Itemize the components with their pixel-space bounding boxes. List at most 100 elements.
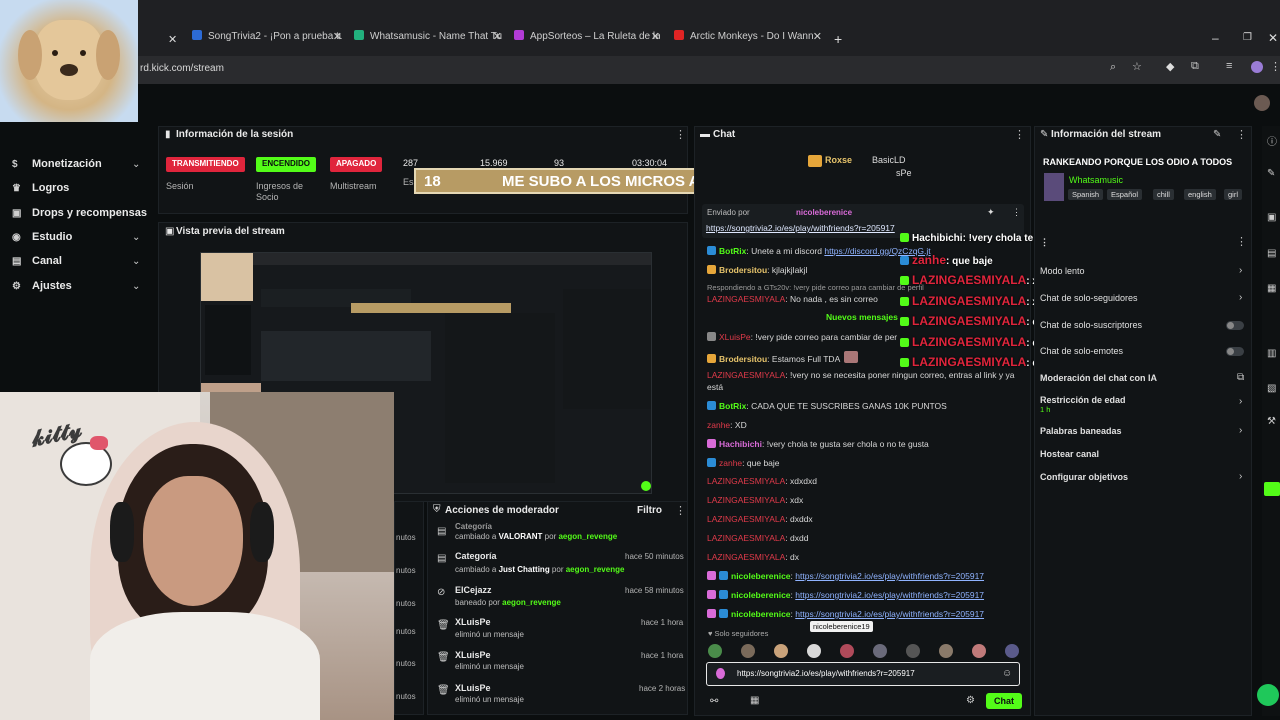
stat-label-partial: Es (403, 177, 414, 187)
url-text[interactable]: rd.kick.com/stream (140, 63, 224, 74)
tool-icon[interactable]: ▣ (1267, 212, 1276, 223)
pinned-link[interactable]: https://songtrivia2.io/es/play/withfrien… (706, 223, 895, 233)
sidebar-item-canal[interactable]: ▤ Canal (12, 255, 62, 267)
viewer-avatar[interactable] (906, 644, 920, 658)
gear-icon[interactable]: ⚙ (966, 695, 975, 706)
chat-send-button[interactable]: Chat (986, 693, 1022, 709)
top-user: sPe (896, 168, 912, 178)
sidebar-item-drops[interactable]: ▣ Drops y recompensas (12, 207, 147, 219)
viewer-avatar[interactable] (840, 644, 854, 658)
sidebar-item-monetizacion[interactable]: $ Monetización (12, 158, 102, 170)
tab-search-icon[interactable]: ≡ (1226, 60, 1232, 72)
viewer-avatar[interactable] (741, 644, 755, 658)
chat-input[interactable]: https://songtrivia2.io/es/play/withfrien… (737, 669, 915, 678)
chevron-right-icon[interactable]: › (1239, 396, 1242, 407)
emotes-only-toggle[interactable] (1226, 347, 1244, 356)
puzzle-icon[interactable]: ⧉ (1191, 60, 1199, 73)
gift-icon[interactable]: ▦ (750, 695, 759, 706)
emote-icon (844, 351, 859, 363)
filter-button[interactable]: Filtro (637, 505, 662, 516)
live-indicator-icon[interactable] (1257, 684, 1279, 706)
minimize-icon[interactable]: – (1212, 31, 1219, 45)
edit-icon[interactable]: ✎ (1267, 168, 1275, 179)
kebab-menu-icon[interactable]: ⋮ (675, 128, 686, 141)
viewer-avatar[interactable] (774, 644, 788, 658)
tab-appsorteos[interactable]: AppSorteos – La Ruleta de la S ✕ (514, 30, 660, 50)
setting-slow-mode[interactable]: Modo lento (1040, 266, 1085, 276)
green-tool-icon[interactable] (1264, 482, 1280, 496)
sidebar-item-estudio[interactable]: ◉ Estudio (12, 231, 72, 243)
chevron-down-icon[interactable]: ⌄ (132, 159, 140, 170)
close-tab-icon[interactable]: ✕ (651, 30, 660, 43)
emoji-icon[interactable]: ☺ (1002, 668, 1012, 679)
tag-chip: english (1184, 189, 1216, 200)
extension-icon[interactable]: ◆ (1166, 60, 1174, 73)
new-messages-divider[interactable]: Nuevos mensajes (826, 312, 898, 322)
search-icon[interactable]: ⌕ (1110, 61, 1116, 74)
edit-icon[interactable]: ✎ (1213, 129, 1221, 140)
sidebar-item-logros[interactable]: ♛ Logros (12, 182, 69, 194)
chevron-down-icon[interactable]: ⌄ (132, 232, 140, 243)
new-tab-icon[interactable]: + (834, 31, 842, 47)
sidebar-item-ajustes[interactable]: ⚙ Ajustes (12, 280, 72, 292)
dollar-icon: $ (12, 159, 18, 170)
close-tab-icon[interactable]: ✕ (493, 30, 502, 43)
mod-item-sub: eliminó un mensaje (455, 630, 524, 639)
tool-icon[interactable]: ▤ (1267, 248, 1276, 259)
stream-info-panel (1034, 126, 1252, 716)
wrench-icon[interactable]: ⚒ (1267, 416, 1276, 427)
viewer-avatar[interactable] (972, 644, 986, 658)
viewer-avatar[interactable] (708, 644, 722, 658)
setting-host-channel[interactable]: Hostear canal (1040, 449, 1099, 459)
close-tab-icon[interactable]: ✕ (333, 30, 342, 43)
setting-banned-words[interactable]: Palabras baneadas (1040, 426, 1122, 436)
shield-icon: ⛨ (433, 504, 441, 515)
bookmark-star-icon[interactable]: ☆ (1132, 60, 1142, 73)
user-avatar[interactable] (1254, 95, 1270, 111)
setting-subs-only[interactable]: Chat de solo-suscriptores (1040, 320, 1142, 330)
category-name[interactable]: Whatsamusic (1069, 175, 1123, 185)
link-icon[interactable]: ⚯ (710, 696, 718, 707)
setting-followers-only[interactable]: Chat de solo-seguidores (1040, 293, 1138, 303)
sub-badge-icon (707, 590, 716, 599)
setting-age-restriction[interactable]: Restricción de edad (1040, 395, 1126, 405)
chevron-right-icon[interactable]: › (1239, 292, 1242, 303)
viewer-avatar[interactable] (1005, 644, 1019, 658)
subs-only-toggle[interactable] (1226, 321, 1244, 330)
kebab-menu-icon[interactable]: ⋮ (1236, 235, 1247, 248)
kebab-menu-icon[interactable]: ⋮ (1236, 128, 1247, 141)
setting-emotes-only[interactable]: Chat de solo-emotes (1040, 346, 1123, 356)
chevron-down-icon[interactable]: ⌄ (132, 281, 140, 292)
mod-item-title: ElCejazz (455, 585, 492, 595)
tab-whatsamusic[interactable]: Whatsamusic - Name That Tun ✕ (354, 30, 502, 50)
chat-title: Chat (713, 129, 736, 140)
kebab-menu-icon[interactable]: ⋮ (1012, 207, 1021, 218)
tool-icon[interactable]: ▥ (1267, 348, 1276, 359)
info-icon[interactable]: ⓘ (1267, 133, 1277, 148)
setting-goals[interactable]: Configurar objetivos (1040, 472, 1128, 482)
viewer-avatar[interactable] (807, 644, 821, 658)
tool-icon[interactable]: ▧ (1267, 383, 1276, 394)
tab-songtrivia[interactable]: SongTrivia2 - ¡Pon a prueba tu ✕ (192, 30, 342, 50)
viewer-avatar[interactable] (939, 644, 953, 658)
more-menu-icon[interactable]: ⋮ (1270, 60, 1280, 73)
tab-arctic-monkeys[interactable]: Arctic Monkeys - Do I Wann ✕ (674, 30, 822, 50)
kebab-menu-icon[interactable]: ⋮ (675, 504, 686, 517)
external-link-icon[interactable]: ⧉ (1237, 372, 1244, 383)
tool-icon[interactable]: ▦ (1267, 283, 1276, 294)
close-tab-icon[interactable]: ✕ (168, 33, 177, 46)
chevron-right-icon[interactable]: › (1239, 471, 1242, 482)
maximize-icon[interactable]: ❐ (1243, 32, 1252, 43)
setting-ai-moderation[interactable]: Moderación del chat con IA (1040, 373, 1157, 383)
verified-badge-icon (719, 590, 728, 599)
close-window-icon[interactable]: ✕ (1268, 31, 1278, 45)
preview-browser-bar (201, 253, 651, 265)
chevron-right-icon[interactable]: › (1239, 425, 1242, 436)
viewer-avatar[interactable] (873, 644, 887, 658)
pin-icon[interactable]: ✦ (987, 207, 995, 218)
profile-avatar[interactable] (1251, 61, 1263, 73)
chevron-down-icon[interactable]: ⌄ (132, 256, 140, 267)
kebab-menu-icon[interactable]: ⋮ (1014, 128, 1025, 141)
close-tab-icon[interactable]: ✕ (813, 30, 822, 43)
chevron-right-icon[interactable]: › (1239, 265, 1242, 276)
